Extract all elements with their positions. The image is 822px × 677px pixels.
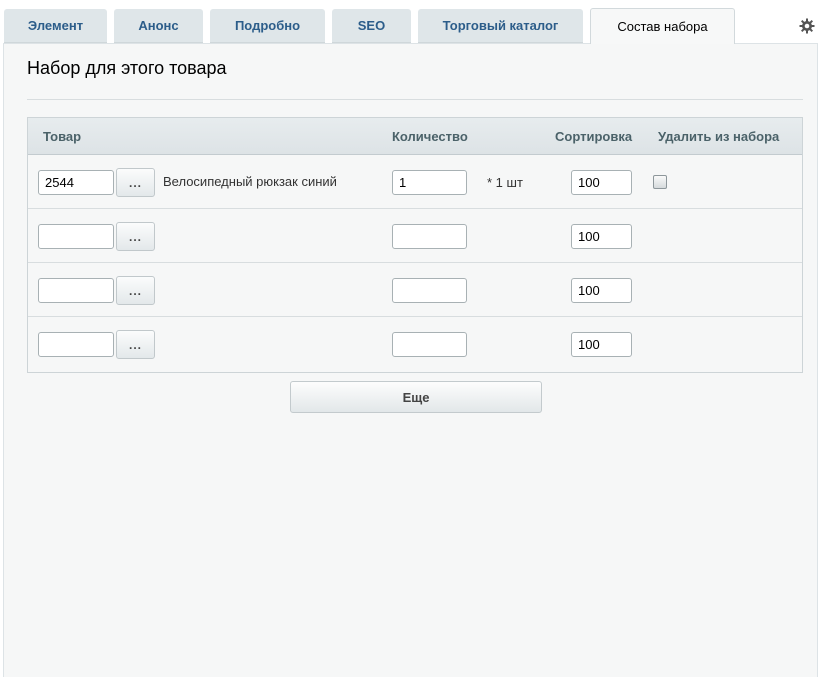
- quantity-input[interactable]: [392, 170, 467, 195]
- section-title: Набор для этого товара: [27, 58, 227, 78]
- table-row: ... Велосипедный рюкзак синий * 1 шт: [28, 155, 802, 209]
- unit-label: * 1 шт: [487, 175, 523, 190]
- product-id-input[interactable]: [38, 332, 114, 357]
- header-sort: Сортировка: [555, 129, 633, 144]
- tab-announce[interactable]: Анонс: [114, 9, 203, 43]
- quantity-input[interactable]: [392, 224, 467, 249]
- divider: [27, 99, 803, 100]
- product-id-input[interactable]: [38, 278, 114, 303]
- quantity-input[interactable]: [392, 278, 467, 303]
- browse-product-button[interactable]: ...: [116, 276, 155, 305]
- product-id-input[interactable]: [38, 224, 114, 249]
- tab-set-composition[interactable]: Состав набора: [590, 8, 735, 44]
- tab-content-panel: Набор для этого товара Товар Количество …: [3, 43, 818, 677]
- tab-details[interactable]: Подробно: [210, 9, 325, 43]
- browse-product-button[interactable]: ...: [116, 168, 155, 197]
- delete-checkbox[interactable]: [653, 175, 667, 189]
- header-product: Товар: [43, 129, 82, 144]
- set-items-table: Товар Количество Сортировка Удалить из н…: [27, 117, 803, 373]
- header-quantity: Количество: [392, 129, 468, 144]
- browse-product-button[interactable]: ...: [116, 330, 155, 359]
- table-row: ...: [28, 317, 802, 371]
- sort-input[interactable]: [571, 224, 632, 249]
- table-row: ...: [28, 209, 802, 263]
- sort-input[interactable]: [571, 332, 632, 357]
- more-button[interactable]: Еще: [290, 381, 542, 413]
- gear-icon[interactable]: [798, 17, 816, 35]
- table-row: ...: [28, 263, 802, 317]
- product-name: Велосипедный рюкзак синий: [163, 174, 337, 189]
- table-header: Товар Количество Сортировка Удалить из н…: [28, 118, 802, 155]
- tab-trade-catalog[interactable]: Торговый каталог: [418, 9, 583, 43]
- tab-bar: Элемент Анонс Подробно SEO Торговый ката…: [0, 0, 822, 44]
- header-delete: Удалить из набора: [658, 129, 780, 144]
- sort-input[interactable]: [571, 278, 632, 303]
- tab-element[interactable]: Элемент: [4, 9, 107, 43]
- browse-product-button[interactable]: ...: [116, 222, 155, 251]
- tab-seo[interactable]: SEO: [332, 9, 411, 43]
- sort-input[interactable]: [571, 170, 632, 195]
- product-id-input[interactable]: [38, 170, 114, 195]
- quantity-input[interactable]: [392, 332, 467, 357]
